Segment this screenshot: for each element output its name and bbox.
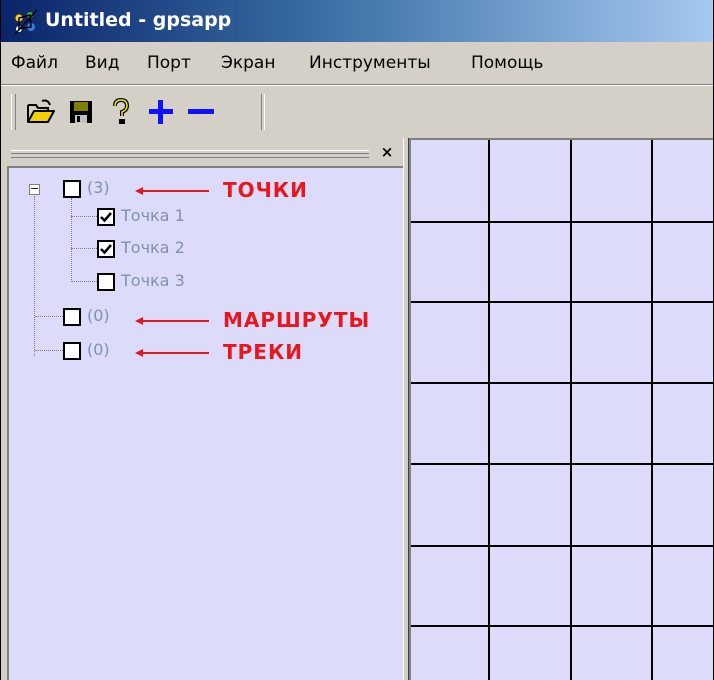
tree-panel: − (3) Точка 1 Точка 2 Точка 3 (0) (0) ТО… bbox=[7, 166, 403, 680]
toolbar-end-separator bbox=[261, 94, 265, 130]
point-3-checkbox[interactable] bbox=[97, 273, 115, 291]
routes-arrow bbox=[135, 317, 209, 325]
point-2-label[interactable]: Точка 2 bbox=[121, 238, 185, 258]
tree-connector bbox=[35, 350, 63, 351]
points-count[interactable]: (3) bbox=[87, 178, 110, 198]
panel-grip[interactable] bbox=[11, 150, 369, 158]
app-window: Untitled - gpsapp Файл Вид Порт Экран Ин… bbox=[0, 0, 714, 680]
menu-view[interactable]: Вид bbox=[85, 52, 119, 74]
zoom-out-button[interactable] bbox=[183, 96, 219, 128]
routes-annotation: МАРШРУТЫ bbox=[223, 308, 371, 332]
title-bar[interactable]: Untitled - gpsapp bbox=[1, 0, 713, 42]
menu-bar: Файл Вид Порт Экран Инструменты Помощь bbox=[1, 42, 713, 84]
toolbar-grip[interactable] bbox=[11, 94, 16, 130]
save-button[interactable] bbox=[63, 96, 99, 128]
menu-port[interactable]: Порт bbox=[147, 52, 191, 74]
points-arrow bbox=[135, 187, 209, 195]
point-1-checkbox[interactable] bbox=[97, 208, 115, 226]
toolbar-buttons bbox=[19, 92, 259, 132]
points-annotation: ТОЧКИ bbox=[223, 178, 308, 202]
collapse-toggle[interactable]: − bbox=[29, 183, 40, 195]
plus-icon bbox=[147, 98, 175, 126]
tracks-arrow bbox=[135, 349, 209, 357]
points-checkbox[interactable] bbox=[63, 180, 81, 198]
open-button[interactable] bbox=[23, 96, 59, 128]
map-grid bbox=[411, 140, 713, 680]
window-title: Untitled - gpsapp bbox=[45, 9, 232, 31]
tracks-checkbox[interactable] bbox=[63, 342, 81, 360]
floppy-disk-icon bbox=[68, 99, 94, 125]
minus-icon bbox=[186, 98, 216, 126]
tree-connector bbox=[34, 196, 35, 356]
panel-close-button[interactable]: × bbox=[378, 142, 396, 162]
menu-help[interactable]: Помощь bbox=[471, 52, 543, 74]
point-2-checkbox[interactable] bbox=[97, 240, 115, 258]
menu-tools[interactable]: Инструменты bbox=[309, 52, 431, 74]
point-3-label[interactable]: Точка 3 bbox=[121, 271, 185, 291]
question-mark-icon bbox=[109, 98, 133, 126]
zoom-in-button[interactable] bbox=[143, 96, 179, 128]
map-view[interactable] bbox=[409, 138, 713, 680]
tracks-count[interactable]: (0) bbox=[87, 340, 110, 360]
panel-header: × bbox=[5, 140, 403, 166]
toolbar bbox=[1, 86, 713, 136]
routes-checkbox[interactable] bbox=[63, 308, 81, 326]
menu-screen[interactable]: Экран bbox=[221, 52, 275, 74]
folder-open-icon bbox=[26, 99, 56, 125]
checkmark-icon bbox=[100, 212, 112, 223]
tree-connector bbox=[35, 316, 63, 317]
tree-connector bbox=[71, 216, 97, 217]
point-1-label[interactable]: Точка 1 bbox=[121, 206, 185, 226]
routes-count[interactable]: (0) bbox=[87, 306, 110, 326]
checkmark-icon bbox=[100, 244, 112, 255]
tree-connector bbox=[71, 248, 97, 249]
menu-file[interactable]: Файл bbox=[11, 52, 58, 74]
tree-connector bbox=[71, 281, 97, 282]
tracks-annotation: ТРЕКИ bbox=[223, 340, 304, 364]
satellite-app-icon bbox=[11, 8, 41, 36]
tree-connector bbox=[71, 198, 72, 280]
help-button[interactable] bbox=[103, 96, 139, 128]
